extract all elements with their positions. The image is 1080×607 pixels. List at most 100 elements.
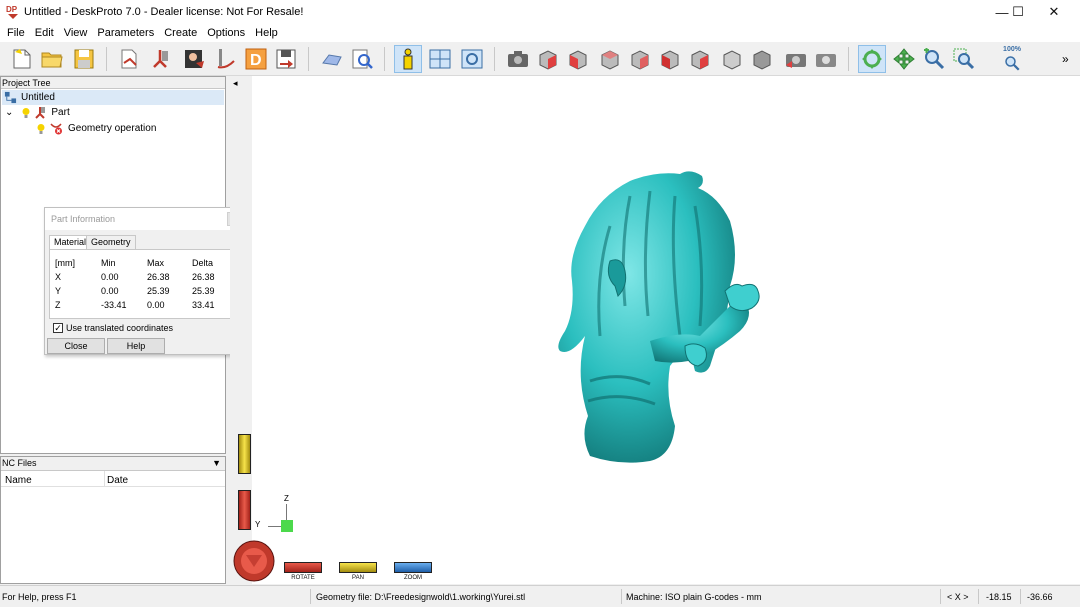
- window-layout-icon: [429, 49, 451, 69]
- cube-right-icon: [661, 50, 679, 70]
- zoom-control-bar[interactable]: [394, 562, 432, 573]
- view-solid-button[interactable]: [748, 45, 776, 73]
- nc-files-dropdown-icon[interactable]: ▼: [212, 457, 221, 470]
- nc-files-column-headers: Name Date: [1, 471, 225, 487]
- maximize-button[interactable]: ☐: [1000, 0, 1036, 24]
- window-layout-button[interactable]: [426, 45, 454, 73]
- import-geometry-button[interactable]: [116, 45, 144, 73]
- status-bar: For Help, press F1 Geometry file: D:\Fre…: [0, 585, 1080, 607]
- rotate-icon: [862, 49, 882, 69]
- tab-material[interactable]: Material: [49, 235, 92, 249]
- 3d-viewport[interactable]: Z Y ROTATE PAN ZOOM: [230, 76, 1080, 584]
- zoom-mode-button[interactable]: [920, 45, 948, 73]
- row-min: 0.00: [101, 286, 119, 296]
- tree-item-label: Untitled: [21, 92, 55, 103]
- row-min: -33.41: [101, 300, 127, 310]
- row-axis: X: [55, 272, 62, 282]
- cube-iso-icon: [539, 50, 557, 70]
- collapse-chevron-icon[interactable]: ⌄: [5, 107, 13, 118]
- open-file-button[interactable]: [38, 45, 66, 73]
- zoom-100-button[interactable]: 100%: [998, 45, 1026, 73]
- tree-item-untitled[interactable]: Untitled: [2, 90, 224, 105]
- part-information-dialog: Part Information Material Geometry [mm] …: [44, 207, 245, 355]
- menu-parameters[interactable]: Parameters: [92, 24, 159, 42]
- menu-help[interactable]: Help: [250, 24, 283, 42]
- render-settings-button[interactable]: [812, 45, 840, 73]
- toolbar-overflow-button[interactable]: »: [1062, 52, 1069, 66]
- cube-front-icon: [569, 50, 587, 70]
- column-name[interactable]: Name: [5, 475, 32, 486]
- axis-origin-cube-icon: [281, 520, 293, 532]
- yurei-model: [558, 171, 760, 463]
- preview-button[interactable]: [458, 45, 486, 73]
- part-button[interactable]: [148, 45, 176, 73]
- part-information-button[interactable]: [394, 45, 422, 73]
- operation-error-icon: [50, 123, 62, 135]
- status-geometry-file: Geometry file: D:\Freedesignwold\1.worki…: [316, 592, 526, 602]
- checkbox-box[interactable]: ✓: [53, 323, 63, 333]
- pan-mode-button[interactable]: [890, 45, 918, 73]
- vertical-rotate-control[interactable]: [238, 490, 251, 530]
- cube-top-icon: [691, 50, 709, 70]
- vertical-pan-control[interactable]: [238, 434, 251, 474]
- letter-d-icon: D: [245, 48, 267, 70]
- erase-button[interactable]: [318, 45, 346, 73]
- menu-options[interactable]: Options: [202, 24, 250, 42]
- magnifier-doc-icon: [352, 49, 373, 69]
- collapse-panel-arrow-icon[interactable]: ◂: [233, 78, 238, 89]
- menu-create[interactable]: Create: [159, 24, 202, 42]
- pan-control-bar[interactable]: [339, 562, 377, 573]
- row-delta: 25.39: [192, 286, 215, 296]
- status-y-value: -36.66: [1027, 592, 1053, 602]
- view-right-button[interactable]: [656, 45, 684, 73]
- y-axis-line: [268, 526, 282, 527]
- view-bottom-button[interactable]: [718, 45, 746, 73]
- render-button[interactable]: [782, 45, 810, 73]
- rotate-mode-button[interactable]: [858, 45, 886, 73]
- bitmap-button[interactable]: [180, 45, 208, 73]
- rotate-control-bar[interactable]: [284, 562, 322, 573]
- project-tree-header: Project Tree: [1, 77, 225, 89]
- zoom-level-label: 100%: [1003, 46, 1021, 53]
- view-iso-button[interactable]: [534, 45, 562, 73]
- tree-item-geometry-operation[interactable]: Geometry operation: [36, 121, 156, 136]
- row-delta: 33.41: [192, 300, 215, 310]
- close-window-button[interactable]: ✕: [1036, 0, 1072, 24]
- rotate-wheel-icon[interactable]: [232, 537, 276, 583]
- part-tree-icon: [35, 107, 46, 119]
- project-icon: [4, 91, 17, 104]
- menu-edit[interactable]: Edit: [30, 24, 59, 42]
- export-nc-button[interactable]: [272, 45, 300, 73]
- row-max: 25.39: [147, 286, 170, 296]
- camera-settings-icon: [816, 54, 836, 67]
- 2d-operation-button[interactable]: D: [242, 45, 270, 73]
- row-axis: Y: [55, 286, 62, 296]
- new-file-icon: [13, 49, 31, 69]
- close-button[interactable]: Close: [47, 338, 105, 354]
- zoom-window-button[interactable]: [950, 45, 978, 73]
- column-header-min: Min: [101, 258, 116, 268]
- dialog-title-bar[interactable]: Part Information: [45, 208, 244, 230]
- cube-solid-icon: [753, 50, 771, 70]
- view-top-button[interactable]: [686, 45, 714, 73]
- translated-coordinates-checkbox[interactable]: ✓ Use translated coordinates: [53, 323, 173, 333]
- tree-item-part[interactable]: ⌄ Part: [5, 105, 70, 120]
- view-left-button[interactable]: [626, 45, 654, 73]
- svg-text:D: D: [250, 52, 262, 69]
- view-front-button[interactable]: [564, 45, 592, 73]
- menu-file[interactable]: File: [2, 24, 30, 42]
- find-button[interactable]: [348, 45, 376, 73]
- new-file-button[interactable]: [8, 45, 36, 73]
- view-back-button[interactable]: [596, 45, 624, 73]
- axis-label-z: Z: [284, 494, 289, 503]
- save-file-button[interactable]: [70, 45, 98, 73]
- deskproto-window: DP Untitled - DeskProto 7.0 - Dealer lic…: [0, 0, 1080, 607]
- column-date[interactable]: Date: [107, 475, 128, 486]
- dialog-title: Part Information: [51, 214, 116, 224]
- vector-button[interactable]: [212, 45, 240, 73]
- tab-geometry[interactable]: Geometry: [86, 235, 136, 249]
- help-button[interactable]: Help: [107, 338, 165, 354]
- camera-view-button[interactable]: [504, 45, 532, 73]
- menu-view[interactable]: View: [59, 24, 93, 42]
- window-title: Untitled - DeskProto 7.0 - Dealer licens…: [24, 6, 304, 18]
